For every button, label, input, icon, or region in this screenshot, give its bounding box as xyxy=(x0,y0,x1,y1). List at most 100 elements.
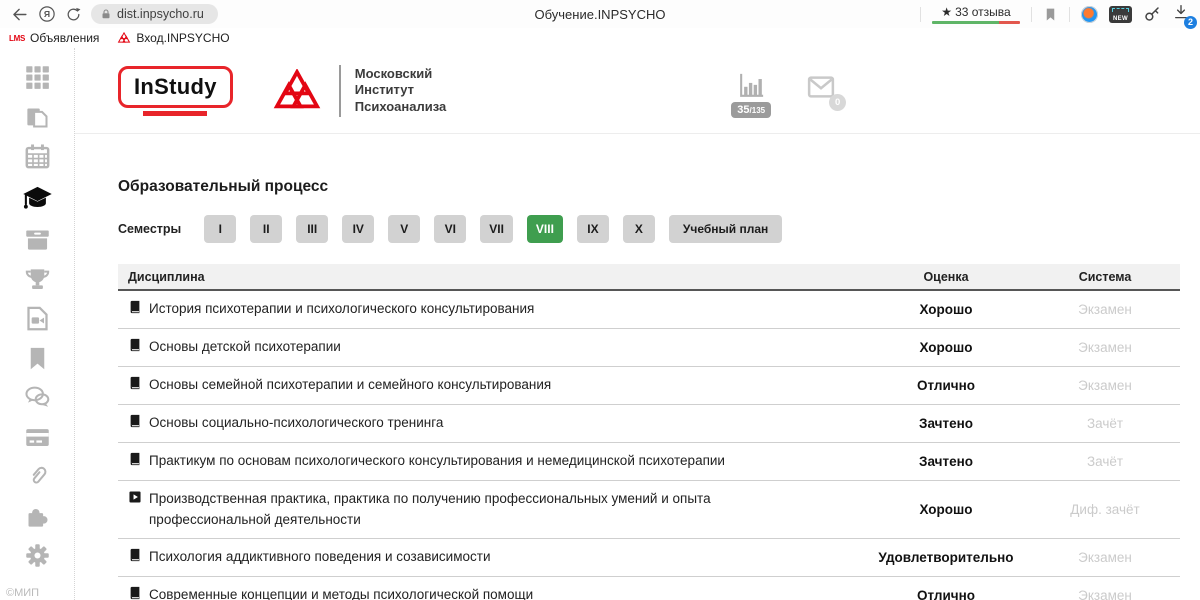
discipline-name: Практикум по основам психологического ко… xyxy=(149,451,725,472)
videopage-icon xyxy=(24,305,51,332)
system-value: Экзамен xyxy=(1030,539,1180,577)
star-icon: ★ xyxy=(941,5,952,19)
downloads-button[interactable]: 2 xyxy=(1172,3,1190,26)
address-bar[interactable]: dist.inpsycho.ru xyxy=(91,4,218,24)
instudy-logo[interactable]: InStudy xyxy=(118,66,233,116)
table-row[interactable]: Психология аддиктивного поведения и соза… xyxy=(118,539,1180,577)
pages-icon xyxy=(24,104,51,131)
grid-icon xyxy=(24,64,51,91)
table-row[interactable]: Производственная практика, практика по п… xyxy=(118,480,1180,539)
disciplines-table: Дисциплина Оценка Система История психот… xyxy=(118,264,1180,600)
sidebar-item-clip[interactable] xyxy=(24,463,51,490)
institute-favicon xyxy=(117,32,131,44)
rating-bar xyxy=(932,21,1020,24)
grade-value: Хорошо xyxy=(862,328,1030,366)
semester-button-vi[interactable]: VI xyxy=(434,215,466,243)
site-header: InStudy Московский Институт Психоанализа… xyxy=(75,48,1200,134)
site-reviews[interactable]: ★ 33 отзыва xyxy=(932,5,1020,24)
disciplines-table-body: История психотерапии и психологического … xyxy=(118,290,1180,600)
book-icon xyxy=(128,452,142,466)
semester-button-x[interactable]: X xyxy=(623,215,655,243)
bookmark-page-icon[interactable] xyxy=(1043,7,1058,22)
table-row[interactable]: Современные концепции и методы психологи… xyxy=(118,577,1180,600)
download-badge: 2 xyxy=(1184,16,1197,29)
sidebar-item-archive[interactable] xyxy=(24,226,51,253)
extension-browser-icon[interactable] xyxy=(1081,6,1098,23)
system-value: Экзамен xyxy=(1030,577,1180,600)
divider xyxy=(920,7,921,22)
semester-selector: Семестры IIIIIIIVVVIVIIVIIIIXX Учебный п… xyxy=(118,215,1180,243)
system-value: Экзамен xyxy=(1030,328,1180,366)
book-icon xyxy=(128,586,142,600)
discipline-name: Основы детской психотерапии xyxy=(149,337,341,358)
bookmark-announcements[interactable]: LMS Объявления xyxy=(9,31,99,45)
semester-button-vii[interactable]: VII xyxy=(480,215,513,243)
semester-button-iii[interactable]: III xyxy=(296,215,328,243)
messages-badge: 0 xyxy=(829,94,846,111)
sidebar-item-card[interactable] xyxy=(24,424,51,451)
column-discipline: Дисциплина xyxy=(118,264,862,290)
bookmark-login[interactable]: Вход.INPSYCHO xyxy=(117,31,229,45)
new-extension-icon[interactable]: NEW xyxy=(1109,6,1132,23)
bookmark-label: Объявления xyxy=(30,31,99,45)
table-row[interactable]: Основы семейной психотерапии и семейного… xyxy=(118,366,1180,404)
discipline-name: Психология аддиктивного поведения и соза… xyxy=(149,547,490,568)
semester-button-iv[interactable]: IV xyxy=(342,215,374,243)
sidebar-item-bookmark[interactable] xyxy=(24,345,51,372)
sidebar-item-pages[interactable] xyxy=(24,104,51,131)
card-icon xyxy=(24,424,51,451)
table-row[interactable]: Практикум по основам психологического ко… xyxy=(118,442,1180,480)
progress-stats-button[interactable]: 35/135 xyxy=(731,70,771,118)
table-row[interactable]: Основы социально-психологического тренин… xyxy=(118,404,1180,442)
semester-button-v[interactable]: V xyxy=(388,215,420,243)
semester-button-ii[interactable]: II xyxy=(250,215,282,243)
discipline-name: Современные концепции и методы психологи… xyxy=(149,585,533,600)
grade-value: Удовлетворительно xyxy=(862,539,1030,577)
archive-icon xyxy=(24,226,51,253)
discipline-name: Основы семейной психотерапии и семейного… xyxy=(149,375,551,396)
sidebar-item-chat[interactable] xyxy=(24,384,51,411)
divider xyxy=(1069,7,1070,22)
institute-name: Московский Институт Психоанализа xyxy=(355,66,447,116)
gradcap-icon xyxy=(22,183,53,214)
sidebar-item-gradcap[interactable] xyxy=(22,183,53,214)
table-row[interactable]: Основы детской психотерапии ХорошоЭкзамен xyxy=(118,328,1180,366)
column-grade: Оценка xyxy=(862,264,1030,290)
instudy-logo-stand xyxy=(143,111,207,116)
sidebar-item-grid[interactable] xyxy=(24,64,51,91)
bar-chart-icon xyxy=(736,70,767,101)
curriculum-button[interactable]: Учебный план xyxy=(669,215,782,243)
reload-icon[interactable] xyxy=(65,6,82,23)
system-value: Зачёт xyxy=(1030,442,1180,480)
book-icon xyxy=(128,300,142,314)
messages-button[interactable]: 0 xyxy=(805,72,837,107)
book-icon xyxy=(128,338,142,352)
sidebar-item-calendar[interactable] xyxy=(24,143,51,170)
grade-value: Хорошо xyxy=(862,290,1030,328)
grade-value: Отлично xyxy=(862,577,1030,600)
sidebar-item-trophy[interactable] xyxy=(24,266,51,293)
progress-stats-badge: 35/135 xyxy=(731,102,771,118)
key-icon[interactable] xyxy=(1143,5,1161,23)
browser-toolbar: dist.inpsycho.ru Обучение.INPSYCHO ★ 33 … xyxy=(0,0,1200,28)
sidebar-item-gear[interactable] xyxy=(24,542,51,569)
instudy-logo-text: InStudy xyxy=(118,66,233,108)
book-icon xyxy=(128,548,142,562)
grade-value: Хорошо xyxy=(862,480,1030,539)
sidebar-nav: ©МИП xyxy=(0,48,75,600)
semester-button-viii[interactable]: VIII xyxy=(527,215,563,243)
page-title: Образовательный процесс xyxy=(118,178,1180,196)
table-row[interactable]: История психотерапии и психологического … xyxy=(118,290,1180,328)
back-icon[interactable] xyxy=(10,5,29,24)
grade-value: Зачтено xyxy=(862,404,1030,442)
sidebar-item-videopage[interactable] xyxy=(24,305,51,332)
yandex-icon[interactable] xyxy=(38,5,56,23)
chat-icon xyxy=(24,384,51,411)
semester-button-i[interactable]: I xyxy=(204,215,236,243)
divider xyxy=(339,65,341,117)
semester-button-ix[interactable]: IX xyxy=(577,215,609,243)
sidebar-item-puzzle[interactable] xyxy=(24,503,51,530)
main-content: InStudy Московский Институт Психоанализа… xyxy=(75,48,1200,600)
clip-icon xyxy=(24,463,51,490)
divider xyxy=(1031,7,1032,22)
